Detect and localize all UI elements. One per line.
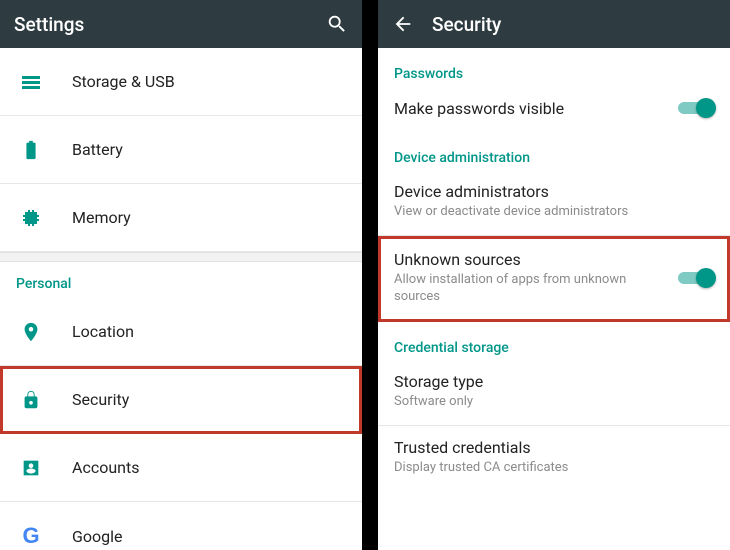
category-personal: Personal bbox=[0, 262, 362, 298]
settings-title: Settings bbox=[14, 13, 308, 36]
pref-title: Unknown sources bbox=[394, 250, 668, 269]
pref-summary: View or deactivate device administrators bbox=[394, 204, 714, 221]
pref-summary: Display trusted CA certificates bbox=[394, 460, 714, 477]
switch-unknown-sources[interactable] bbox=[678, 268, 714, 288]
back-icon[interactable] bbox=[392, 13, 414, 35]
pref-trusted-credentials[interactable]: Trusted credentials Display trusted CA c… bbox=[378, 426, 730, 491]
settings-item-label: Google bbox=[72, 527, 123, 546]
category-credential-storage: Credential storage bbox=[378, 322, 730, 360]
settings-item-memory[interactable]: Memory bbox=[0, 184, 362, 252]
settings-item-battery[interactable]: Battery bbox=[0, 116, 362, 184]
pref-title: Storage type bbox=[394, 372, 714, 391]
settings-item-google[interactable]: G Google bbox=[0, 502, 362, 550]
lock-icon bbox=[18, 387, 44, 413]
settings-item-accounts[interactable]: Accounts bbox=[0, 434, 362, 502]
switch-make-passwords-visible[interactable] bbox=[678, 98, 714, 118]
settings-item-label: Accounts bbox=[72, 458, 139, 477]
pref-summary: Allow installation of apps from unknown … bbox=[394, 272, 668, 306]
pref-unknown-sources[interactable]: Unknown sources Allow installation of ap… bbox=[378, 236, 730, 322]
settings-item-label: Security bbox=[72, 390, 129, 409]
pref-summary: Software only bbox=[394, 394, 714, 411]
memory-icon bbox=[18, 205, 44, 231]
settings-item-storage[interactable]: Storage & USB bbox=[0, 48, 362, 116]
search-icon[interactable] bbox=[326, 13, 348, 35]
pref-title: Device administrators bbox=[394, 182, 714, 201]
pref-title: Make passwords visible bbox=[394, 99, 668, 118]
settings-item-label: Location bbox=[72, 322, 134, 341]
storage-icon bbox=[18, 69, 44, 95]
category-device-admin: Device administration bbox=[378, 132, 730, 170]
panel-gap bbox=[362, 0, 378, 550]
settings-item-label: Memory bbox=[72, 208, 131, 227]
settings-list: Storage & USB Battery Memory Personal Lo… bbox=[0, 48, 362, 550]
settings-appbar: Settings bbox=[0, 0, 362, 48]
account-icon bbox=[18, 455, 44, 481]
section-divider bbox=[0, 252, 362, 262]
location-icon bbox=[18, 319, 44, 345]
security-list: Passwords Make passwords visible Device … bbox=[378, 48, 730, 550]
settings-item-label: Battery bbox=[72, 140, 123, 159]
security-panel: Security Passwords Make passwords visibl… bbox=[378, 0, 730, 550]
settings-item-security[interactable]: Security bbox=[0, 366, 362, 434]
settings-item-location[interactable]: Location bbox=[0, 298, 362, 366]
google-icon: G bbox=[18, 523, 44, 549]
pref-title: Trusted credentials bbox=[394, 438, 714, 457]
settings-item-label: Storage & USB bbox=[72, 72, 175, 91]
settings-panel: Settings Storage & USB Battery Memory Pe… bbox=[0, 0, 362, 550]
security-title: Security bbox=[432, 13, 716, 36]
category-passwords: Passwords bbox=[378, 48, 730, 86]
security-appbar: Security bbox=[378, 0, 730, 48]
battery-icon bbox=[18, 137, 44, 163]
pref-storage-type[interactable]: Storage type Software only bbox=[378, 360, 730, 425]
pref-make-passwords-visible[interactable]: Make passwords visible bbox=[378, 86, 730, 132]
pref-device-administrators[interactable]: Device administrators View or deactivate… bbox=[378, 170, 730, 235]
